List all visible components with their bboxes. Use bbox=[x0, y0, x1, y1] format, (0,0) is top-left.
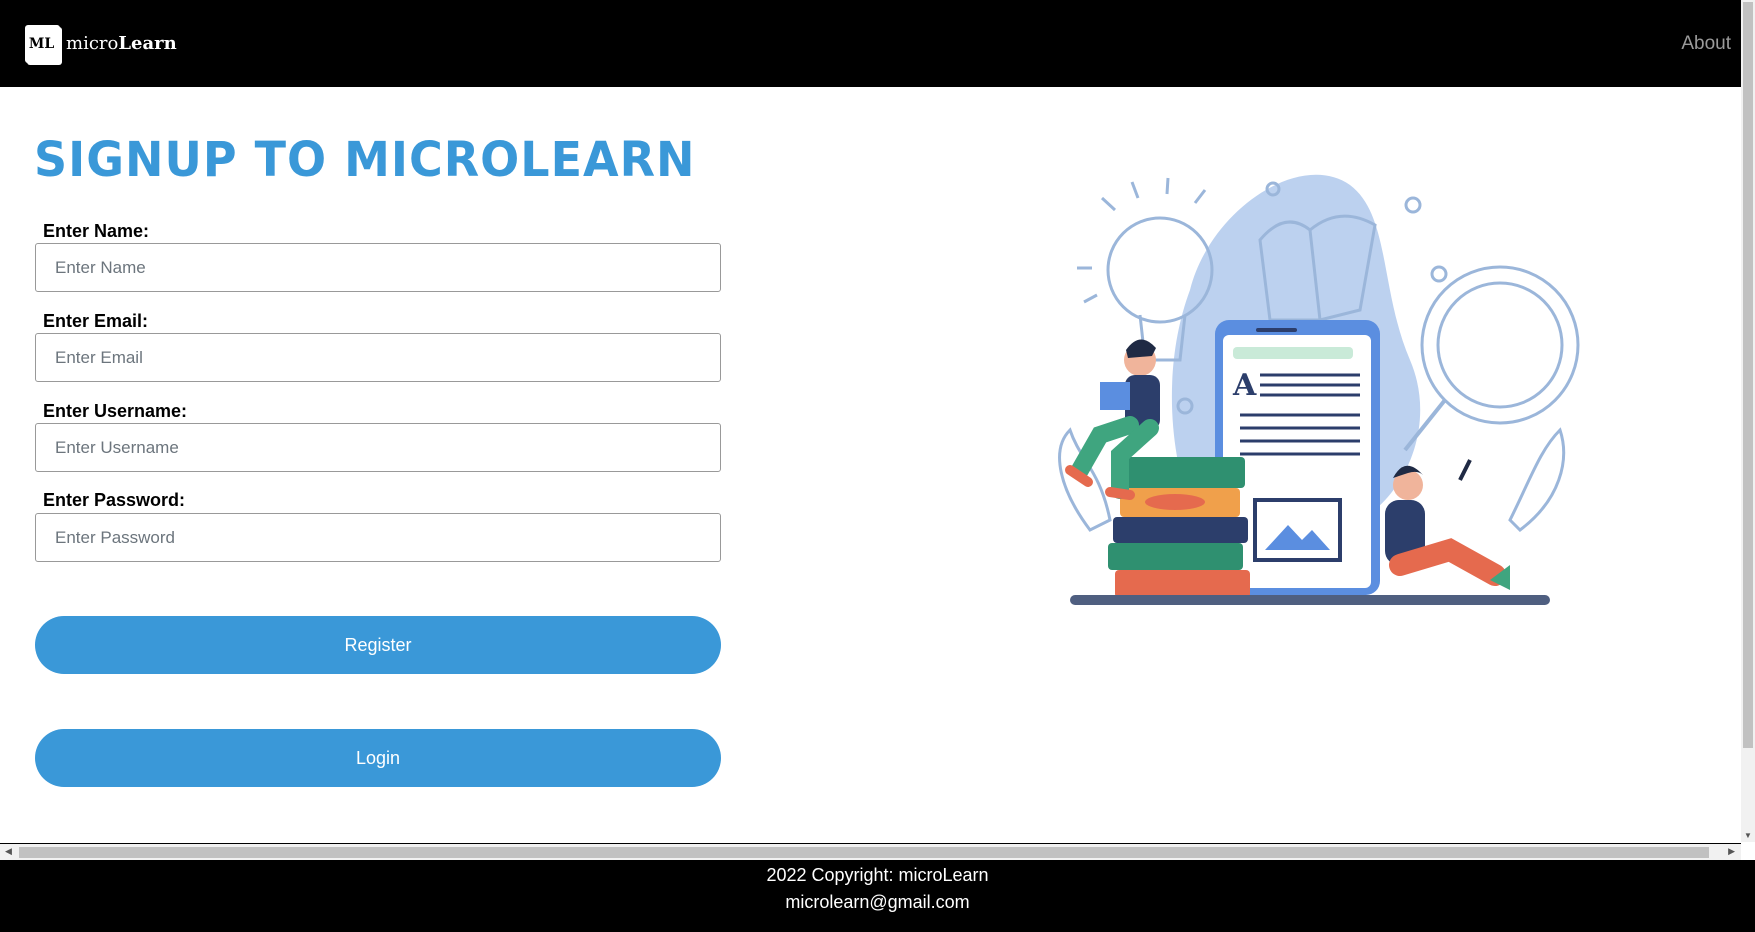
nav-about-link[interactable]: About bbox=[1681, 33, 1731, 55]
brand-name: microLearn bbox=[66, 33, 177, 54]
email-input[interactable] bbox=[35, 333, 721, 382]
horizontal-scrollbar-thumb[interactable] bbox=[19, 847, 1709, 858]
online-learning-illustration-icon: A bbox=[1058, 174, 1580, 605]
footer-copyright: 2022 Copyright: microLearn bbox=[766, 865, 989, 885]
brand-logo[interactable]: ML microLearn bbox=[25, 24, 177, 63]
page-title: SIGNUP TO MICROLEARN bbox=[34, 130, 696, 188]
register-button[interactable]: Register bbox=[35, 616, 721, 674]
page-footer: 2022 Copyright: microLearn microlearn@gm… bbox=[0, 860, 1755, 932]
username-label: Enter Username: bbox=[43, 401, 188, 421]
footer-email: microlearn@gmail.com bbox=[785, 892, 970, 912]
email-label: Enter Email: bbox=[43, 311, 149, 331]
name-label: Enter Name: bbox=[43, 221, 150, 241]
top-navbar: ML microLearn About bbox=[0, 0, 1741, 87]
password-label: Enter Password: bbox=[43, 490, 186, 510]
scroll-left-arrow-icon[interactable]: ◀ bbox=[5, 846, 12, 857]
vertical-scrollbar-thumb[interactable] bbox=[1743, 2, 1753, 748]
scroll-down-arrow-icon[interactable]: ▼ bbox=[1744, 831, 1752, 840]
logo-icon: ML bbox=[25, 24, 60, 63]
scroll-right-arrow-icon[interactable]: ▶ bbox=[1728, 846, 1735, 857]
username-input[interactable] bbox=[35, 423, 721, 472]
login-button[interactable]: Login bbox=[35, 729, 721, 787]
vertical-scrollbar[interactable]: ▼ bbox=[1741, 0, 1755, 842]
name-input[interactable] bbox=[35, 243, 721, 292]
horizontal-scrollbar[interactable]: ◀ ▶ bbox=[0, 843, 1741, 860]
password-input[interactable] bbox=[35, 513, 721, 562]
svg-text:A: A bbox=[1232, 368, 1257, 403]
